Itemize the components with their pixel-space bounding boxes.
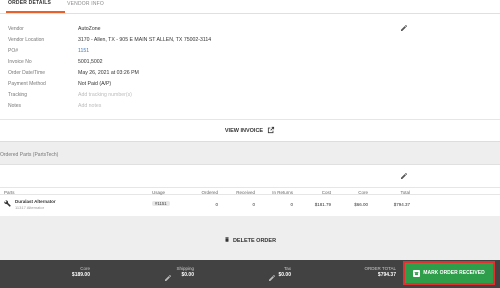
tab-bar: ORDER DETAILS VENDOR INFO [0,0,500,14]
detail-row-datetime: Order Date/Time May 26, 2021 at 03:26 PM [8,69,139,76]
core-value: $66.00 [354,202,368,207]
delete-order-button[interactable]: DELETE ORDER [0,236,500,245]
tracking-label: Tracking [8,91,27,98]
order-total-value: $794.37 [377,272,396,278]
ordered-parts-card: Parts Usage Ordered Received In Returns … [0,164,500,216]
detail-row-notes: Notes Add notes [8,102,101,109]
ordered-parts-heading: Ordered Parts (PartsTech) [0,152,59,158]
mark-order-received-label: MARK ORDER RECEIVED [423,270,485,276]
received-value: 0 [252,202,255,207]
header-core: Core [358,190,368,195]
notes-label: Notes [8,102,22,109]
returns-value: 0 [290,202,293,207]
delete-order-label: DELETE ORDER [232,237,277,244]
usage-badge[interactable]: #1151 [152,201,170,206]
header-usage: Usage [152,190,166,195]
open-external-icon [267,126,275,136]
part-subtitle: 11317 Alternator [15,205,45,210]
vendor-value: AutoZone [78,25,101,32]
edit-tax-icon[interactable] [268,269,276,281]
mark-order-received-button[interactable]: MARK ORDER RECEIVED [403,261,495,285]
invoice-label: Invoice No [8,58,32,65]
header-returns: In Returns [272,190,293,195]
edit-details-pencil-icon[interactable] [400,24,408,32]
detail-row-location: Vendor Location 3170 - Allen, TX - 905 E… [8,36,211,43]
location-value: 3170 - Allen, TX - 905 E MAIN ST ALLEN, … [78,36,212,43]
cost-value: $181.79 [314,202,331,207]
view-invoice-label: VIEW INVOICE [224,127,264,134]
parts-table-header: Parts Usage Ordered Received In Returns … [0,187,500,195]
edit-shipping-icon[interactable] [164,269,172,281]
header-ordered: Ordered [201,190,218,195]
datetime-value: May 26, 2021 at 03:26 PM [78,69,139,76]
part-name: Duralast Alternator [15,199,56,204]
detail-row-invoice: Invoice No 5001,5002 [8,58,103,65]
vendor-label: Vendor [8,25,24,32]
notes-input[interactable]: Add notes [78,103,101,109]
edit-parts-pencil-icon[interactable] [400,172,408,180]
wrench-icon [4,200,11,208]
table-row[interactable]: Duralast Alternator 11317 Alternator #11… [0,198,500,212]
footer-core: Core $189.00 [72,266,90,278]
po-label: PO# [8,47,19,54]
datetime-label: Order Date/Time [8,69,46,76]
shipping-value: $0.00 [181,272,194,278]
po-link[interactable]: 1151 [78,48,89,54]
header-cost: Cost [321,190,331,195]
payment-label: Payment Method [8,80,46,87]
header-parts: Parts [4,190,15,195]
footer-tax: Tax $0.00 [278,266,291,278]
total-value: $794.37 [393,202,410,207]
payment-value: Not Paid (A/P) [78,80,112,87]
tab-order-details[interactable]: ORDER DETAILS [6,0,66,13]
footer-shipping: Shipping $0.00 [176,266,194,278]
view-invoice-button[interactable]: VIEW INVOICE [0,119,500,141]
detail-row-po: PO# 1151 [8,47,89,54]
core-total-value: $189.00 [71,272,90,278]
detail-row-tracking: Tracking Add tracking number(s) [8,91,132,98]
tracking-input[interactable]: Add tracking number(s) [78,92,132,98]
detail-row-vendor: Vendor AutoZone [8,25,101,32]
receive-box-icon [413,269,421,277]
location-label: Vendor Location [8,36,45,43]
footer-order-total: ORDER TOTAL $794.37 [364,266,396,278]
invoice-value: 5001,5002 [78,58,103,65]
ordered-value: 0 [215,202,218,207]
detail-row-payment: Payment Method Not Paid (A/P) [8,80,111,87]
tax-value: $0.00 [278,272,291,278]
header-total: Total [400,190,410,195]
tab-vendor-info[interactable]: VENDOR INFO [65,0,118,13]
trash-icon [224,236,230,245]
header-received: Received [236,190,255,195]
order-details-card: ORDER DETAILS VENDOR INFO Vendor AutoZon… [0,0,500,142]
